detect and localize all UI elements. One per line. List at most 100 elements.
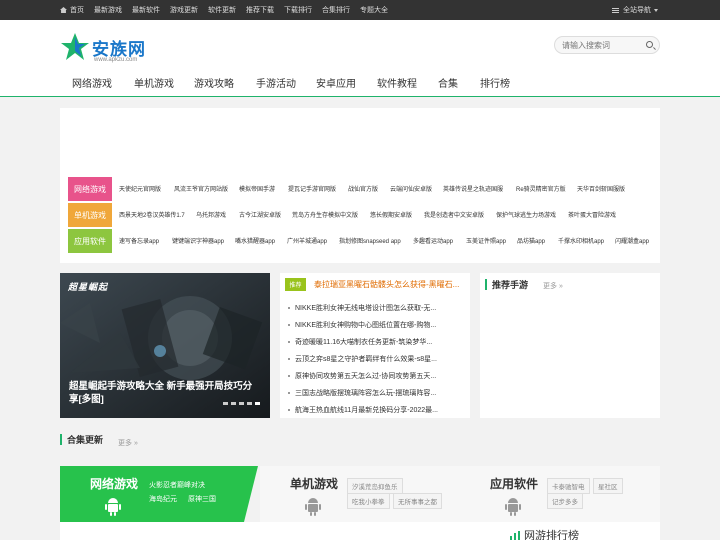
collection-tag[interactable]: 记步多多 bbox=[547, 493, 583, 509]
site-logo[interactable]: 安族网 www.apkzu.com bbox=[60, 32, 160, 72]
category-label[interactable]: 应用软件 bbox=[68, 229, 112, 253]
collection-title: 网络游戏 bbox=[90, 477, 139, 491]
collection-card-single[interactable]: 单机游戏 汐溪荒岛抑鱼乐 吃我小拳拳 无所事事之都 bbox=[260, 466, 460, 522]
category-link[interactable]: 多趣看运动app bbox=[413, 236, 453, 245]
category-link[interactable]: 天使纪元官网版 bbox=[119, 184, 161, 193]
collection-tag[interactable]: 火影忍者巅峰对决 bbox=[149, 480, 205, 490]
top-nav-item[interactable]: 首页 bbox=[70, 5, 84, 15]
site-nav-dropdown[interactable]: 全站导航 bbox=[612, 0, 658, 20]
category-link[interactable]: 西景天地2卷汉英雄传1.7 bbox=[119, 210, 185, 219]
main-nav-item[interactable]: 排行榜 bbox=[480, 75, 510, 93]
top-nav-item[interactable]: 软件更新 bbox=[208, 5, 236, 15]
news-headline[interactable]: 泰拉瑞亚黑曜石骷髅头怎么获得-黑曜石... bbox=[314, 279, 464, 290]
main-nav-item[interactable]: 合集 bbox=[438, 75, 480, 93]
top-nav-item[interactable]: 推荐下载 bbox=[246, 5, 274, 15]
category-link[interactable]: 品坊猫app bbox=[517, 236, 545, 245]
recommend-more-link[interactable]: 更多 » bbox=[543, 281, 563, 291]
news-item-text: 航海王热血航线11月最新兑换码分享-2022最... bbox=[295, 406, 439, 414]
category-label[interactable]: 单机游戏 bbox=[68, 203, 112, 227]
category-link[interactable]: 速写备忘录app bbox=[119, 236, 159, 245]
news-featured: 推荐 泰拉瑞亚黑曜石骷髅头怎么获得-黑曜石... bbox=[285, 278, 465, 291]
bullet-icon bbox=[288, 391, 290, 394]
collection-tag[interactable]: 无所事事之都 bbox=[393, 493, 442, 509]
collections-more-link[interactable]: 更多 » bbox=[118, 438, 138, 448]
main-nav-item[interactable]: 单机游戏 bbox=[134, 75, 194, 93]
news-item[interactable]: 航海王热血航线11月最新兑换码分享-2022最... bbox=[288, 401, 464, 418]
category-link[interactable]: 玉美证件照app bbox=[466, 236, 506, 245]
collection-title: 单机游戏 bbox=[290, 477, 339, 491]
news-item[interactable]: 三国志战略版摆琉璃阵容怎么玩-摆琉璃阵容... bbox=[288, 384, 464, 401]
top-bar: 首页 最新游戏 最新软件 游戏更新 软件更新 推荐下载 下载排行 合集排行 专题… bbox=[0, 0, 720, 20]
top-nav-item[interactable]: 下载排行 bbox=[284, 5, 312, 15]
search-icon[interactable] bbox=[646, 41, 653, 48]
news-item[interactable]: 奇迹暖暖11.16大喵制衣任务更新-筑染梦华... bbox=[288, 333, 464, 350]
collections-title: 合集更新 bbox=[60, 433, 103, 446]
category-link[interactable]: 闪耀潮盒app bbox=[615, 236, 649, 245]
category-label[interactable]: 网络游戏 bbox=[68, 177, 112, 201]
main-nav-item[interactable]: 手游活动 bbox=[256, 75, 316, 93]
main-nav-item[interactable]: 软件教程 bbox=[377, 75, 438, 93]
collection-card-online[interactable]: 网络游戏 火影忍者巅峰对决 海岛纪元 原神三国 bbox=[60, 466, 260, 522]
category-link[interactable]: 广州羊城通app bbox=[287, 236, 327, 245]
category-link[interactable]: Re骑灵精密官方版 bbox=[516, 184, 566, 193]
category-link[interactable]: 模拟帝国手游 bbox=[239, 184, 275, 193]
carousel-dot[interactable] bbox=[255, 402, 260, 405]
collection-tag[interactable]: 吃我小拳拳 bbox=[347, 493, 390, 509]
collection-tag[interactable]: 海岛纪元 bbox=[149, 494, 177, 504]
logo-star-icon bbox=[61, 33, 89, 60]
top-nav-item[interactable]: 专题大全 bbox=[360, 5, 388, 15]
category-link[interactable]: 战仙官方版 bbox=[348, 184, 378, 193]
category-link[interactable]: 乌托邦游戏 bbox=[196, 210, 226, 219]
news-item-text: 奇迹暖暖11.16大喵制衣任务更新-筑染梦华... bbox=[295, 338, 433, 346]
category-link[interactable]: 云端问仙安卓版 bbox=[390, 184, 432, 193]
category-link[interactable]: 提瓦记手游官网版 bbox=[288, 184, 336, 193]
category-link[interactable]: 指划修图snapseed app bbox=[339, 236, 401, 245]
category-link[interactable]: 风流王爷官方网站版 bbox=[174, 184, 228, 193]
collection-tag[interactable]: 原神三国 bbox=[188, 494, 216, 504]
carousel-dot[interactable] bbox=[239, 402, 244, 405]
category-link[interactable]: 悠长假期安卓版 bbox=[370, 210, 412, 219]
ranking-title: 网游排行榜 bbox=[510, 527, 579, 540]
carousel-dots bbox=[220, 402, 260, 405]
collection-title: 应用软件 bbox=[490, 477, 539, 491]
home-icon[interactable] bbox=[60, 7, 67, 13]
top-nav-item[interactable]: 合集排行 bbox=[322, 5, 350, 15]
carousel-dot[interactable] bbox=[223, 402, 228, 405]
category-link[interactable]: 英雄传说星之轨迹国服 bbox=[443, 184, 503, 193]
menu-icon bbox=[612, 7, 619, 13]
carousel-dot[interactable] bbox=[231, 402, 236, 405]
category-link[interactable]: 键键端识字神器app bbox=[172, 236, 224, 245]
news-item[interactable]: 原神协同攻势第五天怎么过-协同攻势第五天... bbox=[288, 367, 464, 384]
news-item[interactable]: NIKKE胜利女神购物中心图纸位置在哪-购物... bbox=[288, 316, 464, 333]
carousel-dot[interactable] bbox=[247, 402, 252, 405]
news-item[interactable]: 云顶之弈s8星之守护者羁绊有什么效果-s8星... bbox=[288, 350, 464, 367]
search-input[interactable] bbox=[562, 39, 642, 52]
category-link[interactable]: 千撑水印相机app bbox=[558, 236, 604, 245]
category-link[interactable]: 嘴水猎醒器app bbox=[235, 236, 275, 245]
category-link[interactable]: 保护气球逃生力场游戏 bbox=[496, 210, 556, 219]
top-nav-item[interactable]: 游戏更新 bbox=[170, 5, 198, 15]
main-nav-item[interactable]: 游戏攻略 bbox=[194, 75, 256, 93]
android-icon bbox=[505, 498, 521, 516]
main-nav-item[interactable]: 网络游戏 bbox=[72, 75, 134, 93]
collection-card-apps[interactable]: 应用软件 卡泰驰智电 星社区 记步多多 bbox=[460, 466, 660, 522]
top-nav-item[interactable]: 最新游戏 bbox=[94, 5, 122, 15]
category-link[interactable]: 天华百剑斩国服版 bbox=[577, 184, 625, 193]
search-box bbox=[554, 36, 660, 54]
bullet-icon bbox=[288, 408, 290, 411]
news-item[interactable]: NIKKE胜利女神无线电塔设计图怎么获取-无... bbox=[288, 299, 464, 316]
category-link[interactable]: 茶叶蛋大冒险游戏 bbox=[568, 210, 616, 219]
news-panel: 推荐 泰拉瑞亚黑曜石骷髅头怎么获得-黑曜石... NIKKE胜利女神无线电塔设计… bbox=[280, 273, 470, 418]
main-nav-item[interactable]: 安卓应用 bbox=[316, 75, 377, 93]
category-link[interactable]: 古今江湖安卓版 bbox=[239, 210, 281, 219]
collection-tag[interactable]: 星社区 bbox=[593, 478, 623, 494]
featured-banner[interactable]: 超星崛起 超星崛起手游攻略大全 新手最强开局技巧分享[多图] bbox=[60, 273, 270, 418]
category-link[interactable]: 荒岛方舟生存模拟中文版 bbox=[292, 210, 358, 219]
news-item-text: 云顶之弈s8星之守护者羁绊有什么效果-s8星... bbox=[295, 355, 437, 363]
category-link[interactable]: 我是创造者中文安卓版 bbox=[424, 210, 484, 219]
title-bar-decoration bbox=[60, 434, 62, 445]
collections-title-text: 合集更新 bbox=[67, 435, 104, 445]
collection-tag[interactable]: 汐溪荒岛抑鱼乐 bbox=[347, 478, 403, 494]
collection-tag[interactable]: 卡泰驰智电 bbox=[547, 478, 590, 494]
top-nav-item[interactable]: 最新软件 bbox=[132, 5, 160, 15]
